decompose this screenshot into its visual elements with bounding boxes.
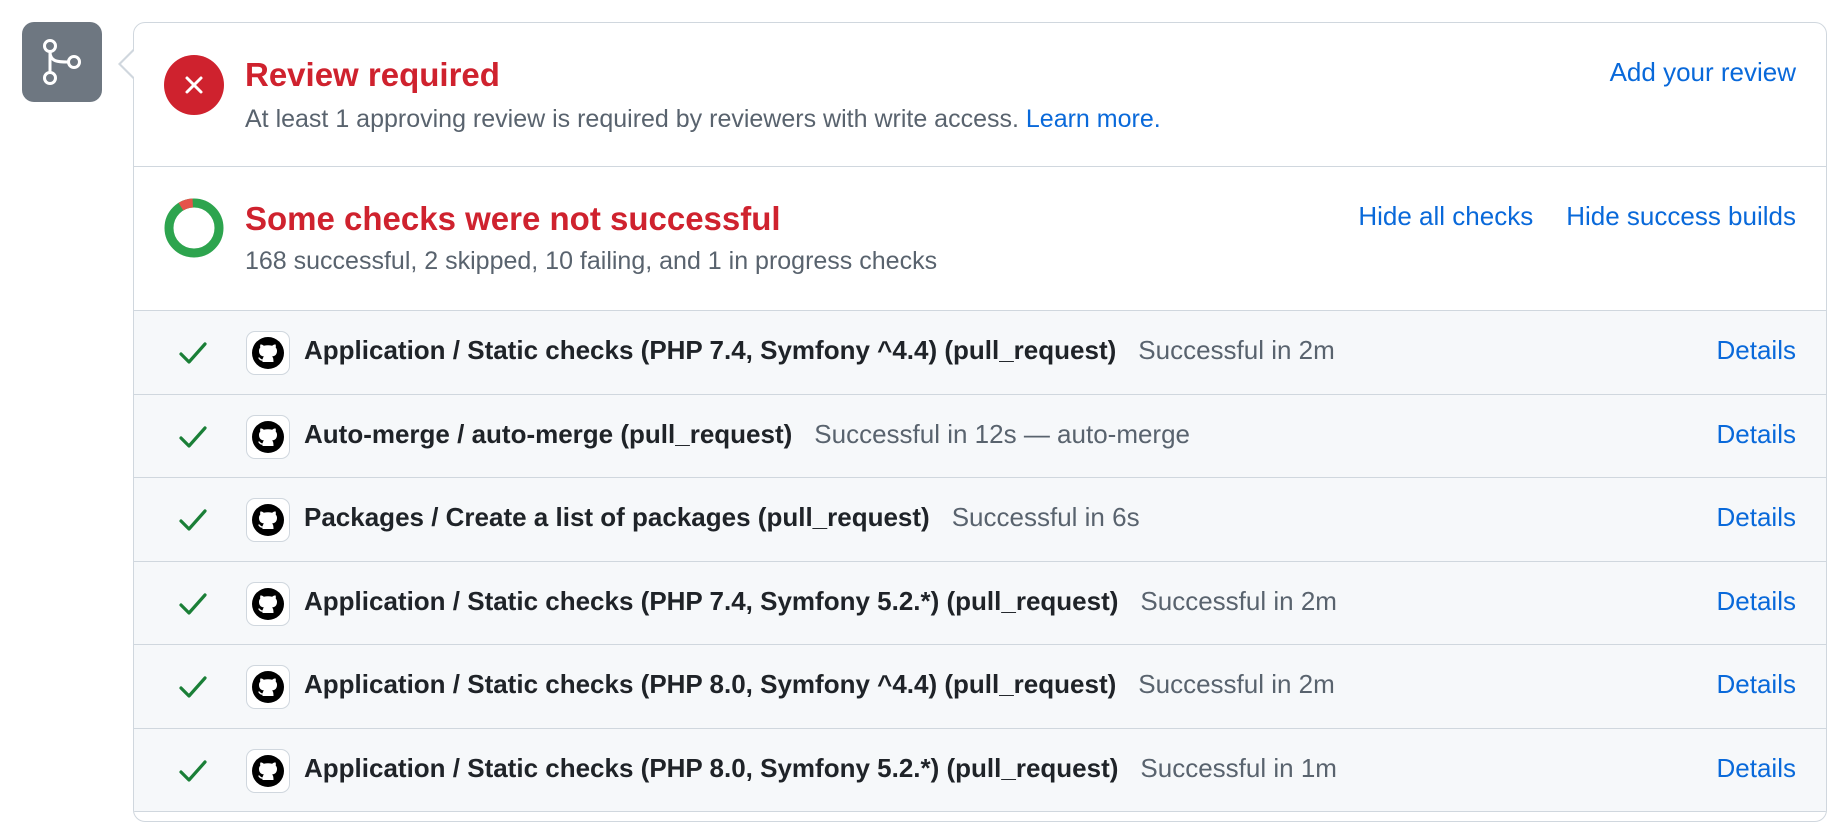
- checks-list: Application / Static checks (PHP 7.4, Sy…: [134, 311, 1826, 812]
- github-actions-icon: [246, 748, 290, 793]
- check-icon: [179, 759, 207, 782]
- review-title: Review required: [245, 56, 500, 93]
- checks-section: Some checks were not successful 168 succ…: [134, 167, 1826, 311]
- check-row-text: Auto-merge / auto-merge (pull_request) Su…: [304, 419, 1190, 450]
- review-description: At least 1 approving review is required …: [245, 105, 1161, 134]
- details-link[interactable]: Details: [1717, 419, 1796, 450]
- check-icon: [179, 676, 207, 698]
- git-merge-icon: [22, 22, 102, 102]
- details-link[interactable]: Details: [1717, 753, 1796, 784]
- merge-status-panel: Review required At least 1 approving rev…: [133, 22, 1827, 822]
- check-name: Packages / Create a list of packages (pu…: [304, 502, 930, 532]
- checks-summary: 168 successful, 2 skipped, 10 failing, a…: [245, 247, 938, 275]
- hide-all-checks-link[interactable]: Hide all checks: [1358, 201, 1533, 232]
- donut-progress-icon: [163, 197, 225, 264]
- check-status: Successful in 2m: [1140, 585, 1337, 616]
- x-icon: [164, 55, 224, 115]
- github-actions-icon: [246, 665, 290, 709]
- check-row: Application / Static checks (PHP 7.4, Sy…: [134, 562, 1826, 645]
- add-review-link[interactable]: Add your review: [1610, 57, 1796, 88]
- check-row: Auto-merge / auto-merge (pull_request) Su…: [134, 395, 1826, 478]
- details-link[interactable]: Details: [1717, 586, 1796, 617]
- check-icon: [179, 425, 207, 448]
- check-row-text: Application / Static checks (PHP 8.0, Sy…: [304, 669, 1335, 700]
- hide-success-builds-link[interactable]: Hide success builds: [1566, 201, 1796, 232]
- check-row-text: Packages / Create a list of packages (pu…: [304, 502, 1140, 533]
- learn-more-link[interactable]: Learn more.: [1026, 105, 1161, 133]
- check-name: Application / Static checks (PHP 8.0, Sy…: [304, 752, 1119, 783]
- github-actions-icon: [246, 331, 290, 375]
- check-status: Successful in 6s: [951, 502, 1140, 532]
- check-status: Successful in 1m: [1140, 752, 1337, 783]
- check-name: Application / Static checks (PHP 8.0, Sy…: [304, 669, 1117, 699]
- details-link[interactable]: Details: [1717, 669, 1796, 700]
- check-icon: [179, 509, 207, 531]
- check-row: Packages / Create a list of packages (pu…: [134, 478, 1826, 562]
- donut-success-arc: [164, 198, 224, 258]
- check-icon: [179, 592, 207, 615]
- checks-actions: Hide all checks Hide success builds: [1358, 201, 1796, 232]
- check-status: Successful in 12s — auto-merge: [814, 418, 1191, 449]
- github-actions-icon: [246, 581, 290, 626]
- panel-caret-inner: [121, 50, 135, 78]
- details-link[interactable]: Details: [1717, 335, 1796, 366]
- donut-failing-arc: [178, 198, 194, 211]
- check-row: Application / Static checks (PHP 8.0, Sy…: [134, 729, 1826, 812]
- check-row: Application / Static checks (PHP 7.4, Sy…: [134, 311, 1826, 395]
- check-name: Application / Static checks (PHP 7.4, Sy…: [304, 585, 1119, 616]
- check-row-text: Application / Static checks (PHP 7.4, Sy…: [304, 586, 1337, 617]
- github-actions-icon: [246, 414, 290, 459]
- review-description-text: At least 1 approving review is required …: [245, 105, 1019, 133]
- check-status: Successful in 2m: [1138, 669, 1335, 699]
- check-row-text: Application / Static checks (PHP 7.4, Sy…: [304, 335, 1335, 366]
- check-name: Application / Static checks (PHP 7.4, Sy…: [304, 335, 1117, 365]
- check-name: Auto-merge / auto-merge (pull_request): [304, 418, 793, 449]
- details-link[interactable]: Details: [1717, 502, 1796, 533]
- check-row-text: Application / Static checks (PHP 8.0, Sy…: [304, 753, 1337, 784]
- checks-title: Some checks were not successful: [245, 200, 781, 237]
- check-status: Successful in 2m: [1138, 335, 1335, 365]
- check-row: Application / Static checks (PHP 8.0, Sy…: [134, 645, 1826, 729]
- check-icon: [179, 342, 207, 364]
- github-actions-icon: [246, 498, 290, 542]
- review-section: Review required At least 1 approving rev…: [134, 23, 1826, 167]
